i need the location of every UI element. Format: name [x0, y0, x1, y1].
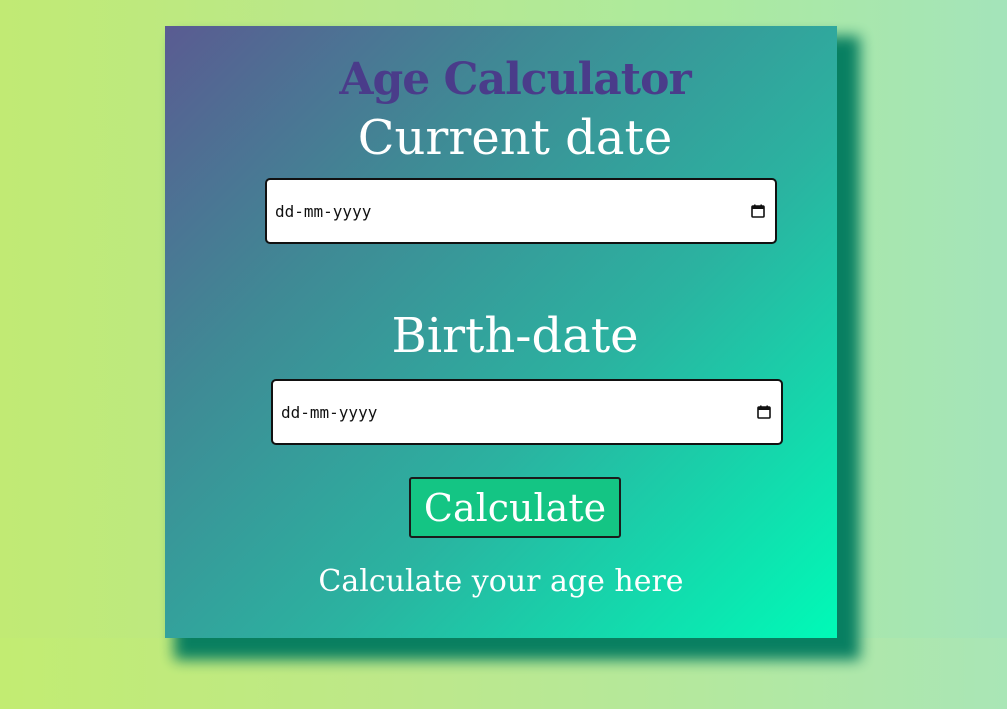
current-date-input[interactable]: dd-mm-yyyy	[265, 178, 777, 244]
current-date-label: Current date	[357, 110, 673, 166]
birth-date-label: Birth-date	[391, 308, 639, 364]
birth-date-input[interactable]: dd-mm-yyyy	[271, 379, 783, 445]
calendar-icon[interactable]	[751, 204, 765, 218]
calculate-button[interactable]: Calculate	[409, 477, 621, 538]
current-date-placeholder: dd-mm-yyyy	[275, 202, 372, 221]
birth-date-placeholder: dd-mm-yyyy	[281, 403, 378, 422]
result-text: Calculate your age here	[318, 564, 684, 599]
page-title: Age Calculator	[339, 54, 691, 105]
calendar-icon[interactable]	[757, 405, 771, 419]
age-calculator-card: Age Calculator Current date dd-mm-yyyy B…	[165, 26, 837, 638]
